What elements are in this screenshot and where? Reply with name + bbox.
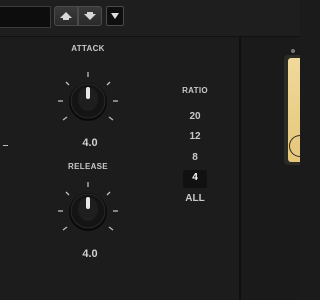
ratio-option-4[interactable]: 4	[178, 172, 212, 183]
ratio-option-20[interactable]: 20	[178, 111, 212, 122]
meter-screw	[291, 49, 295, 53]
attack-label: ATTACK	[71, 44, 105, 53]
release-label: RELEASE	[68, 162, 108, 171]
attack-knob-graphic	[58, 72, 118, 121]
preset-menu-button[interactable]	[106, 6, 124, 26]
triangle-down-icon	[111, 13, 119, 19]
attack-knob[interactable]	[53, 66, 123, 136]
ratio-option-8[interactable]: 8	[178, 152, 212, 163]
arrow-up-icon	[60, 12, 72, 20]
arrow-down-icon	[84, 12, 96, 20]
preset-next-button[interactable]	[78, 6, 102, 26]
ratio-option-all[interactable]: ALL	[178, 193, 212, 204]
release-knob[interactable]	[53, 176, 123, 246]
ratio-label: RATIO	[182, 86, 208, 95]
preset-previous-button[interactable]	[54, 6, 78, 26]
attack-value: 4.0	[82, 137, 98, 149]
release-value: 4.0	[82, 248, 98, 260]
ratio-option-12[interactable]: 12	[178, 131, 212, 142]
release-knob-graphic	[58, 182, 118, 231]
left-scale-tick	[3, 145, 8, 146]
preset-name-field[interactable]	[0, 6, 51, 28]
